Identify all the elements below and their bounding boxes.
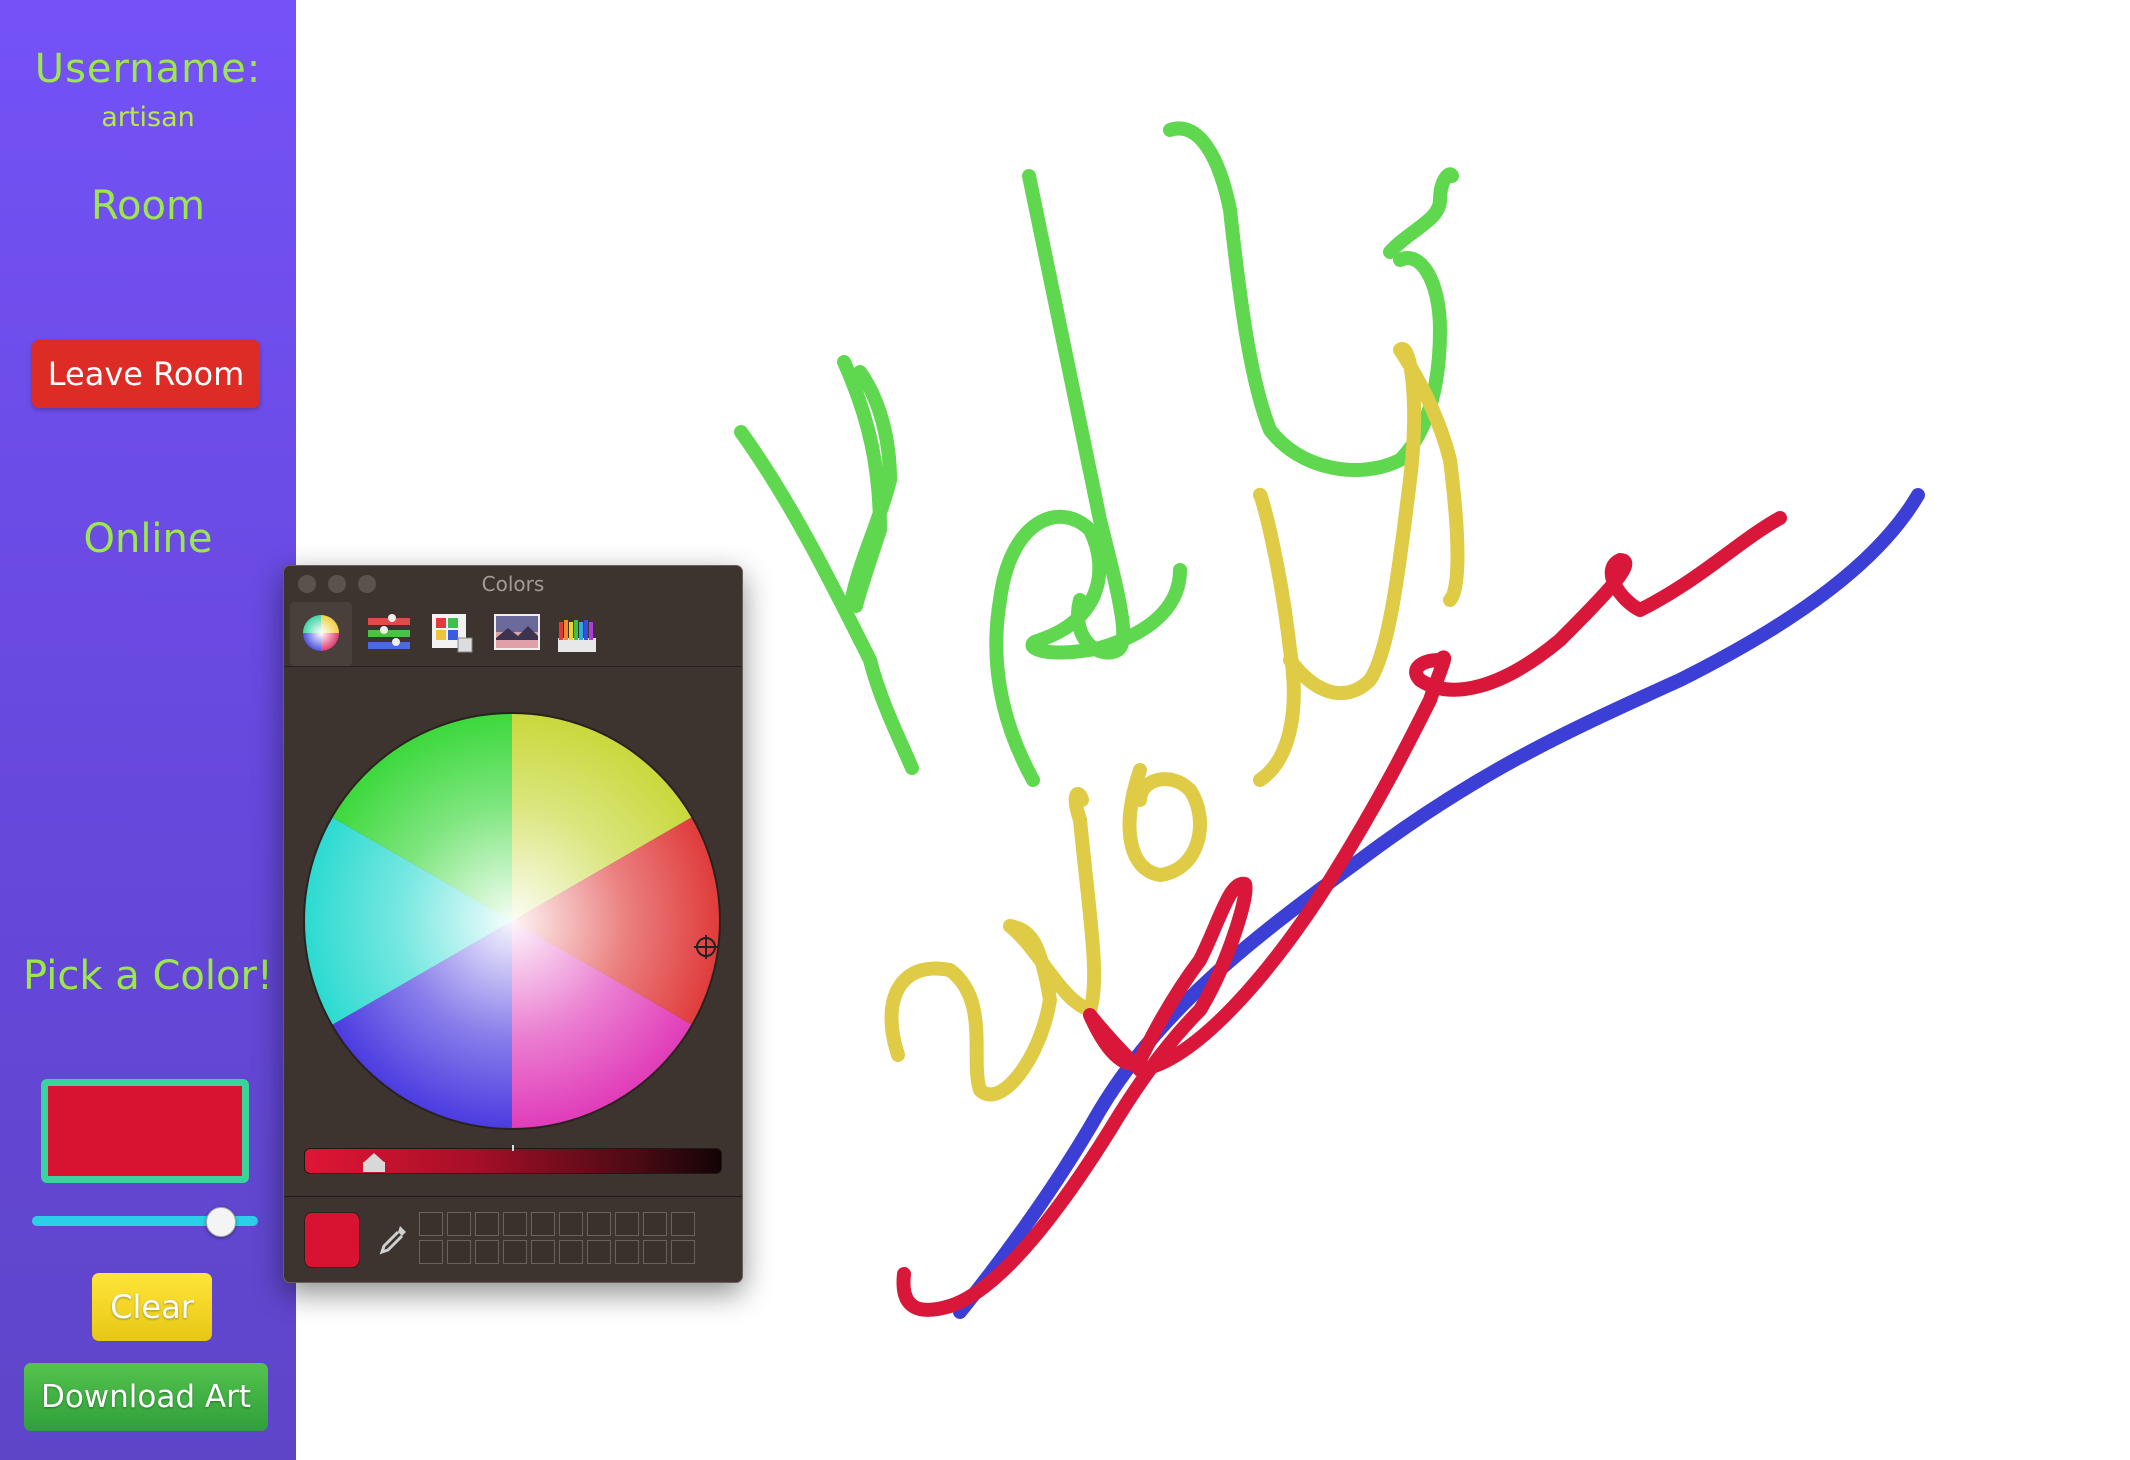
- saved-swatch-cell[interactable]: [447, 1240, 471, 1264]
- yellow-stroke-r: [1253, 487, 1301, 787]
- saved-swatch-cell[interactable]: [671, 1240, 695, 1264]
- saved-swatch-cell[interactable]: [587, 1240, 611, 1264]
- image-palettes-icon: [494, 614, 540, 650]
- saved-swatch-cell[interactable]: [671, 1212, 695, 1236]
- color-sliders-icon: [368, 614, 410, 649]
- saved-swatch-cell[interactable]: [419, 1212, 443, 1236]
- color-palettes-icon: [432, 614, 473, 653]
- username-label: Username:: [34, 46, 262, 92]
- eyedropper-icon[interactable]: [374, 1222, 410, 1258]
- pencils-tab[interactable]: [554, 610, 602, 656]
- saved-swatch-cell[interactable]: [559, 1212, 583, 1236]
- panel-toolbar: [284, 600, 742, 667]
- yellow-stroke-d: [1283, 341, 1465, 700]
- saved-swatch-cell[interactable]: [615, 1240, 639, 1264]
- green-stroke-o: [1383, 167, 1459, 259]
- colors-panel: Colors: [283, 565, 743, 1283]
- clear-button[interactable]: Clear: [92, 1273, 212, 1341]
- saved-swatch-cell[interactable]: [419, 1240, 443, 1264]
- panel-divider: [284, 1196, 742, 1197]
- panel-titlebar[interactable]: Colors: [284, 566, 742, 600]
- saved-swatch-cell[interactable]: [475, 1212, 499, 1236]
- green-stroke-l2: [1163, 121, 1447, 477]
- color-wheel-tab[interactable]: [290, 602, 352, 666]
- saved-swatch-cell[interactable]: [559, 1240, 583, 1264]
- room-label: Room: [91, 183, 205, 229]
- color-palettes-tab[interactable]: [428, 610, 476, 656]
- saved-swatch-cell[interactable]: [615, 1212, 639, 1236]
- saved-swatch-cell[interactable]: [475, 1240, 499, 1264]
- color-wheel[interactable]: [302, 711, 722, 1131]
- panel-title: Colors: [481, 572, 545, 596]
- download-art-button[interactable]: Download Art: [24, 1363, 268, 1431]
- saved-swatch-cell[interactable]: [587, 1212, 611, 1236]
- saved-swatch-cell[interactable]: [531, 1212, 555, 1236]
- saved-swatch-cell[interactable]: [643, 1212, 667, 1236]
- saved-swatch-cell[interactable]: [447, 1212, 471, 1236]
- online-label: Online: [83, 516, 213, 562]
- yellow-stroke-o: [1122, 763, 1207, 882]
- saved-swatch-cell[interactable]: [503, 1212, 527, 1236]
- brightness-slider-thumb-base: [363, 1162, 385, 1172]
- green-stroke-l1: [1022, 169, 1131, 660]
- yellow-stroke-w: [884, 787, 1102, 1102]
- pencils-icon: [558, 620, 596, 652]
- saved-swatch-cell[interactable]: [531, 1240, 555, 1264]
- current-color-well[interactable]: [304, 1212, 360, 1268]
- color-picker-swatch[interactable]: [41, 1079, 249, 1183]
- saved-swatch-cell[interactable]: [503, 1240, 527, 1264]
- brightness-tick: [512, 1145, 514, 1151]
- leave-room-button[interactable]: Leave Room: [32, 340, 260, 408]
- sidebar: Username: artisan Room Leave Room Online…: [0, 0, 296, 1460]
- saved-swatch-cell[interactable]: [643, 1240, 667, 1264]
- pick-color-label: Pick a Color!: [23, 953, 273, 999]
- image-palettes-tab[interactable]: [492, 610, 540, 656]
- username-value: artisan: [101, 102, 195, 133]
- brightness-slider[interactable]: [304, 1145, 722, 1174]
- brush-size-slider-thumb[interactable]: [206, 1207, 236, 1237]
- color-wheel-icon: [303, 615, 339, 651]
- color-sliders-tab[interactable]: [366, 610, 414, 656]
- green-stroke-h2: [837, 355, 897, 613]
- blue-stroke: [953, 488, 1925, 1319]
